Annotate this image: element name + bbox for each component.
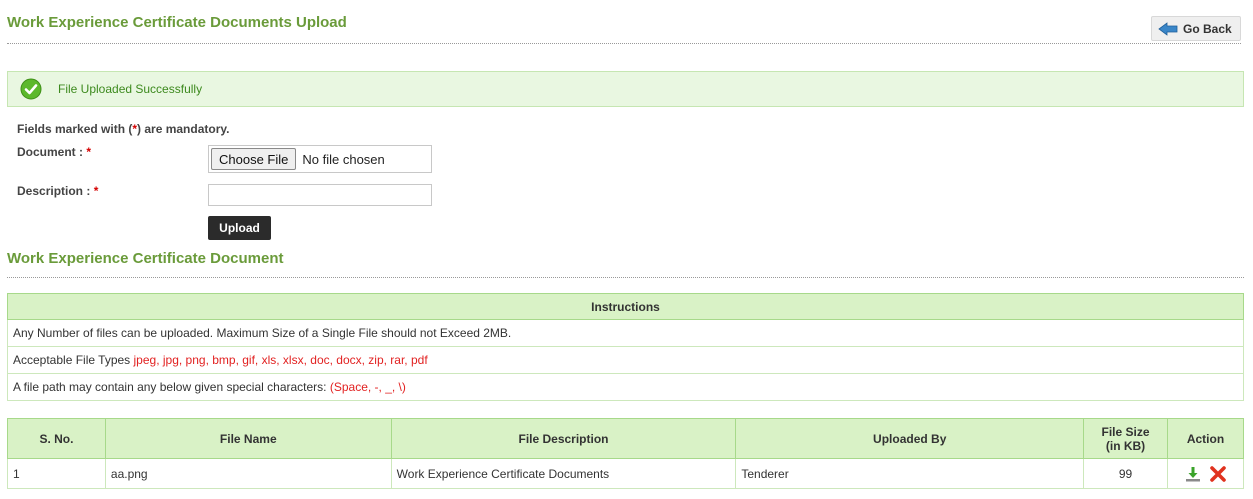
title-divider bbox=[7, 43, 1241, 44]
cell-sno: 1 bbox=[7, 458, 106, 489]
col-action: Action bbox=[1167, 418, 1244, 459]
col-sno: S. No. bbox=[7, 418, 106, 459]
col-file-size: File Size (in KB) bbox=[1083, 418, 1168, 459]
cell-file-name: aa.png bbox=[104, 458, 392, 489]
success-message: File Uploaded Successfully bbox=[58, 82, 203, 96]
download-icon[interactable] bbox=[1184, 465, 1202, 483]
section-divider bbox=[7, 277, 1244, 278]
cell-description: Work Experience Certificate Documents bbox=[390, 458, 737, 489]
description-label: Description : * bbox=[17, 184, 99, 198]
description-input[interactable] bbox=[208, 184, 432, 206]
document-file-input[interactable]: Choose File No file chosen bbox=[208, 145, 432, 173]
cell-uploaded-by: Tenderer bbox=[735, 458, 1085, 489]
go-back-button[interactable]: Go Back bbox=[1151, 16, 1241, 41]
instruction-line: A file path may contain any below given … bbox=[7, 373, 1244, 401]
instructions-table: Instructions Any Number of files can be … bbox=[7, 293, 1244, 401]
cell-file-size: 99 bbox=[1083, 458, 1168, 489]
col-file-name: File Name bbox=[104, 418, 392, 459]
instruction-line: Any Number of files can be uploaded. Max… bbox=[7, 319, 1244, 347]
document-label: Document : * bbox=[17, 145, 92, 159]
check-circle-icon bbox=[20, 78, 42, 100]
choose-file-button[interactable]: Choose File bbox=[211, 148, 297, 170]
col-uploaded-by: Uploaded By bbox=[735, 418, 1085, 459]
table-row: 1 aa.png Work Experience Certificate Doc… bbox=[7, 458, 1244, 489]
section-title: Work Experience Certificate Document bbox=[7, 250, 284, 267]
mandatory-note: Fields marked with (*) are mandatory. bbox=[17, 122, 230, 136]
go-back-label: Go Back bbox=[1183, 21, 1232, 36]
col-file-description: File Description bbox=[390, 418, 737, 459]
instruction-line: Acceptable File Types jpeg, jpg, png, bm… bbox=[7, 346, 1244, 374]
success-alert: File Uploaded Successfully bbox=[7, 71, 1244, 107]
cell-action bbox=[1167, 458, 1244, 489]
uploaded-files-table: S. No. File Name File Description Upload… bbox=[7, 418, 1244, 489]
page-title: Work Experience Certificate Documents Up… bbox=[7, 14, 347, 31]
arrow-left-icon bbox=[1158, 21, 1178, 36]
instructions-header: Instructions bbox=[7, 293, 1244, 320]
upload-button[interactable]: Upload bbox=[208, 216, 271, 240]
delete-x-icon[interactable] bbox=[1209, 465, 1227, 483]
no-file-text: No file chosen bbox=[302, 151, 385, 167]
